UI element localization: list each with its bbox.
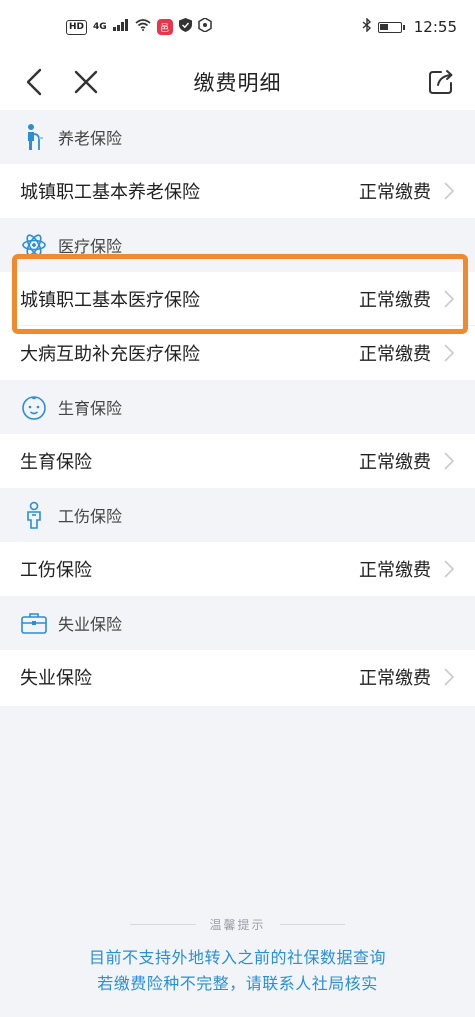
shield-icon [178, 18, 192, 36]
baby-face-icon [20, 393, 48, 421]
list-item-maternity[interactable]: 生育保险 正常缴费 [0, 434, 475, 488]
divider-line [279, 923, 346, 925]
hd-badge: HD [66, 19, 88, 35]
chevron-right-icon [441, 451, 457, 471]
tips-divider: 温馨提示 [130, 916, 346, 932]
section-header-pension: 养老保险 [0, 110, 475, 164]
chevron-right-icon [441, 559, 457, 579]
item-status: 正常缴费 [359, 182, 431, 203]
signal-icon [112, 19, 129, 35]
network-type: 4G [93, 22, 107, 32]
section-title: 失业保险 [58, 615, 123, 634]
item-label: 城镇职工基本医疗保险 [20, 290, 200, 311]
section-title: 生育保险 [58, 399, 123, 418]
section-title: 工伤保险 [58, 507, 123, 526]
list-item-pension-urban[interactable]: 城镇职工基本养老保险 正常缴费 [0, 164, 475, 218]
chevron-right-icon [441, 667, 457, 687]
worker-icon [20, 501, 48, 529]
section-title: 养老保险 [58, 129, 123, 148]
tips-line-1: 目前不支持外地转入之前的社保数据查询 [88, 948, 386, 967]
app-notification-icon: 邑 [156, 19, 173, 35]
item-status: 正常缴费 [359, 344, 431, 365]
status-time: 12:55 [413, 18, 457, 36]
status-left: HD 4G 邑 [66, 17, 212, 36]
nav-bar: 缴费明细 [0, 54, 475, 110]
back-button[interactable] [16, 64, 52, 100]
chevron-right-icon [441, 181, 457, 201]
briefcase-icon [20, 609, 48, 637]
tips-line-2: 若缴费险种不完整，请联系人社局核实 [97, 974, 378, 993]
medical-atom-icon [20, 231, 48, 259]
tips-title: 温馨提示 [209, 917, 266, 932]
status-right: 12:55 [362, 17, 457, 36]
item-status: 正常缴费 [359, 668, 431, 689]
status-bar: HD 4G 邑 12:55 [0, 0, 475, 54]
bluetooth-icon [362, 17, 372, 36]
wifi-icon [135, 19, 151, 35]
chevron-right-icon [441, 289, 457, 309]
section-header-medical: 医疗保险 [0, 218, 475, 272]
section-header-injury: 工伤保险 [0, 488, 475, 542]
item-status: 正常缴费 [359, 560, 431, 581]
list-item-medical-supplement[interactable]: 大病互助补充医疗保险 正常缴费 [0, 326, 475, 380]
share-icon [429, 70, 453, 94]
item-label: 失业保险 [20, 668, 92, 689]
item-label: 生育保险 [20, 452, 92, 473]
divider-line [130, 923, 196, 925]
battery-icon [377, 21, 405, 33]
insurance-list: 养老保险 城镇职工基本养老保险 正常缴费 医疗保险 城镇职工基本医疗保险 正常缴… [0, 110, 475, 704]
item-status: 正常缴费 [359, 290, 431, 311]
item-label: 工伤保险 [20, 560, 92, 581]
section-header-unemployment: 失业保险 [0, 596, 475, 650]
item-status: 正常缴费 [359, 452, 431, 473]
elderly-person-icon [20, 123, 48, 151]
page-title: 缴费明细 [193, 71, 282, 95]
list-item-unemployment[interactable]: 失业保险 正常缴费 [0, 650, 475, 704]
item-label: 大病互助补充医疗保险 [20, 344, 200, 365]
hexagon-app-icon [197, 17, 212, 36]
chevron-right-icon [441, 343, 457, 363]
section-header-maternity: 生育保险 [0, 380, 475, 434]
back-arrow-icon [26, 68, 42, 96]
section-title: 医疗保险 [58, 237, 123, 256]
list-item-medical-urban[interactable]: 城镇职工基本医疗保险 正常缴费 [0, 272, 475, 326]
share-button[interactable] [423, 64, 459, 100]
list-item-injury[interactable]: 工伤保险 正常缴费 [0, 542, 475, 596]
item-label: 城镇职工基本养老保险 [20, 182, 200, 203]
close-icon [74, 70, 98, 94]
close-button[interactable] [68, 64, 104, 100]
